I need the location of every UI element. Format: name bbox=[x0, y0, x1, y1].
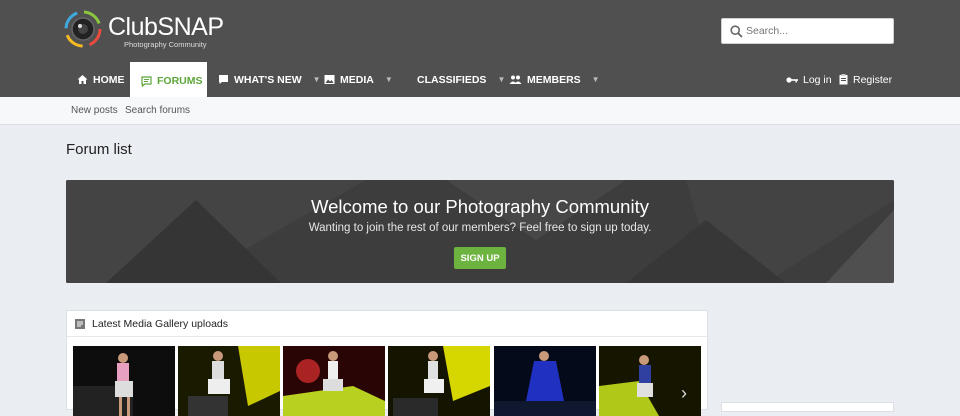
nav-item-home[interactable]: HOME bbox=[66, 62, 129, 97]
list-icon bbox=[75, 319, 85, 329]
welcome-banner: Welcome to our Photography Community Wan… bbox=[66, 180, 894, 283]
whats-new-icon bbox=[219, 75, 228, 84]
latest-media-widget: Latest Media Gallery uploads › bbox=[66, 310, 708, 416]
search-box[interactable] bbox=[721, 18, 894, 44]
nav-label-whats-new: WHAT'S NEW bbox=[234, 73, 302, 86]
banner-subtitle: Wanting to join the rest of our members?… bbox=[308, 222, 652, 234]
login-link[interactable]: Log in bbox=[786, 62, 832, 97]
brand-tagline: Photography Community bbox=[124, 40, 207, 49]
chevron-down-icon[interactable]: ▼ bbox=[313, 75, 321, 84]
media-icon bbox=[324, 75, 335, 84]
search-forums-link[interactable]: Search forums bbox=[125, 105, 190, 116]
register-label: Register bbox=[853, 73, 893, 86]
main-nav: HOME FORUMS WHAT'S NEW ▼ MEDIA ▼ CLASSIF… bbox=[0, 62, 960, 97]
chevron-down-icon[interactable]: ▼ bbox=[497, 75, 505, 84]
register-link[interactable]: Register bbox=[839, 62, 892, 97]
clipboard-icon bbox=[839, 74, 848, 85]
search-icon bbox=[730, 25, 743, 38]
chevron-right-icon[interactable]: › bbox=[681, 383, 687, 404]
nav-item-classifieds[interactable]: CLASSIFIEDS ▼ bbox=[417, 62, 505, 97]
forums-icon bbox=[141, 75, 152, 87]
nav-label-forums: FORUMS bbox=[157, 75, 203, 87]
widget-header: Latest Media Gallery uploads bbox=[67, 311, 707, 337]
brand-name: ClubSNAP bbox=[108, 13, 224, 41]
camera-lens-logo-icon bbox=[64, 10, 102, 48]
members-icon bbox=[509, 75, 522, 84]
chevron-down-icon[interactable]: ▼ bbox=[385, 75, 393, 84]
nav-label-media: MEDIA bbox=[340, 73, 374, 86]
banner-title: Welcome to our Photography Community bbox=[311, 196, 649, 217]
chevron-down-icon[interactable]: ▼ bbox=[592, 75, 600, 84]
nav-label-home: HOME bbox=[93, 73, 125, 86]
search-input[interactable] bbox=[746, 22, 886, 40]
nav-label-members: MEMBERS bbox=[527, 73, 581, 86]
key-icon bbox=[786, 76, 798, 83]
login-label: Log in bbox=[803, 73, 832, 86]
page-title: Forum list bbox=[66, 141, 132, 158]
site-header: ClubSNAP Photography Community bbox=[0, 0, 960, 62]
sub-nav: New posts Search forums bbox=[0, 97, 960, 125]
nav-label-classifieds: CLASSIFIEDS bbox=[417, 73, 487, 86]
nav-item-whats-new[interactable]: WHAT'S NEW ▼ bbox=[218, 62, 321, 97]
nav-item-members[interactable]: MEMBERS ▼ bbox=[509, 62, 600, 97]
new-posts-link[interactable]: New posts bbox=[71, 105, 118, 116]
sign-up-button[interactable]: SIGN UP bbox=[454, 247, 506, 269]
nav-item-media[interactable]: MEDIA ▼ bbox=[324, 62, 393, 97]
home-icon bbox=[77, 75, 88, 84]
nav-item-forums[interactable]: FORUMS bbox=[130, 62, 207, 97]
widget-title: Latest Media Gallery uploads bbox=[92, 318, 228, 330]
sidebar-widget bbox=[721, 402, 894, 412]
site-logo[interactable]: ClubSNAP Photography Community bbox=[64, 10, 234, 52]
